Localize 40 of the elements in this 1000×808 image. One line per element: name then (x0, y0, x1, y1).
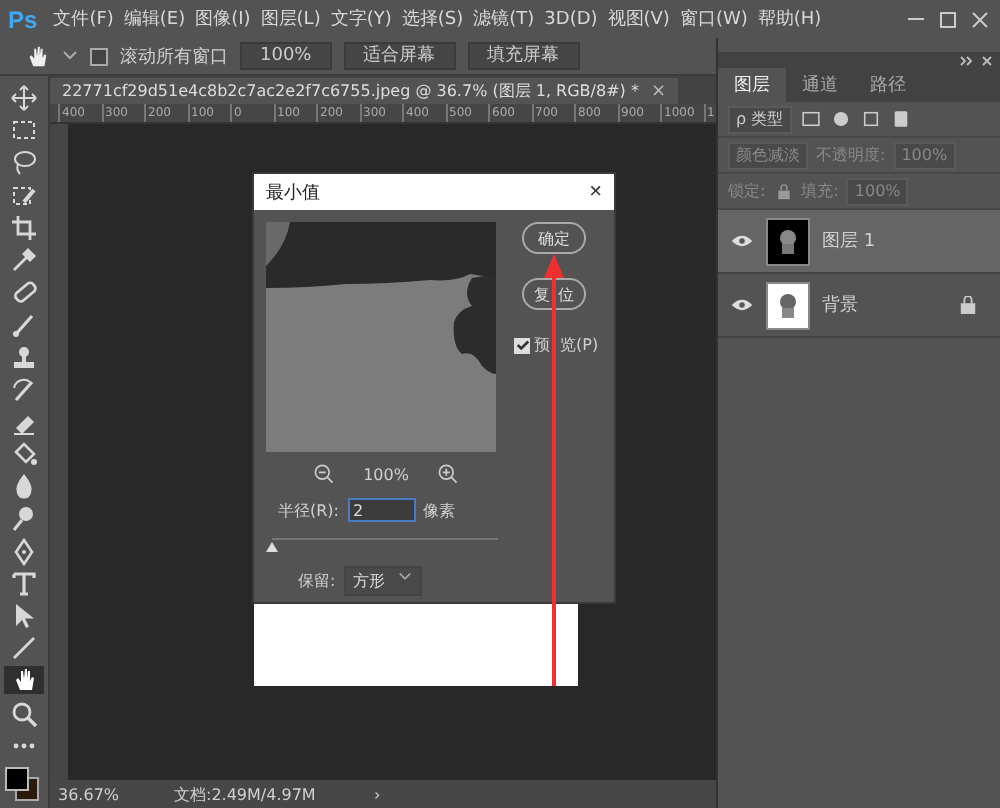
dialog-button[interactable]: 确定 (522, 222, 586, 254)
panel-tab[interactable]: 通道 (786, 68, 854, 102)
menu-item[interactable]: 帮助(H) (757, 6, 822, 32)
panel-tab[interactable]: 路径 (854, 68, 922, 102)
layer-row[interactable]: 背景 (718, 274, 1000, 338)
menu-item[interactable]: 窗口(W) (679, 6, 748, 32)
layer-name: 背景 (822, 293, 858, 318)
preview-label: 预览(P) (534, 334, 599, 356)
radius-label: 半径(R): (278, 499, 339, 521)
menu-item[interactable]: 文字(Y) (330, 6, 392, 32)
checkbox-label: 滚动所有窗口 (120, 45, 228, 69)
menu-item[interactable]: 文件(F) (53, 6, 114, 32)
radius-field[interactable]: 2 (347, 498, 415, 522)
menu-item[interactable]: 图像(I) (195, 6, 251, 32)
menu-item[interactable]: 选择(S) (401, 6, 464, 32)
status-menu-arrow[interactable]: › (374, 785, 381, 803)
document-tab[interactable]: 22771cf29d51e4c8b2c7ac2e2f7c6755.jpeg @ 36.7% (图层 1, RGB/8#) * × (50, 78, 678, 104)
preserve-dropdown[interactable]: 方形 (343, 566, 422, 596)
zoom-option-button[interactable]: 适合屏幕 (343, 42, 456, 70)
dialog-button[interactable]: 复位 (522, 278, 586, 310)
layer-row[interactable]: 图层 1 (718, 210, 1000, 274)
close-button[interactable]: × (589, 180, 602, 204)
app-logo[interactable]: Ps (8, 5, 38, 33)
filter-dropdown[interactable]: ρ 类型 (728, 105, 792, 133)
dialog-title: 最小值 (266, 181, 320, 205)
radius-unit: 像素 (423, 499, 455, 521)
menu-item[interactable]: 图层(L) (260, 6, 321, 32)
zoom-option-button[interactable]: 填充屏幕 (467, 42, 580, 70)
menu-item[interactable]: 3D(D) (544, 9, 598, 29)
tab-close-button[interactable]: × (650, 81, 666, 101)
preview-zoom-level: 100% (363, 465, 409, 483)
zoom-option-button[interactable]: 100% (240, 42, 332, 70)
menu-item[interactable]: 编辑(E) (123, 6, 186, 32)
menu-item[interactable]: 滤镜(T) (473, 6, 535, 32)
layer-name: 图层 1 (822, 230, 876, 254)
zoom-level: 36.67% (56, 785, 122, 803)
document-size: 文档:2.49M/4.97M (174, 783, 318, 805)
preserve-label: 保留: (298, 570, 336, 592)
menu-item[interactable]: 视图(V) (607, 6, 670, 32)
panel-tab[interactable]: 图层 (718, 68, 786, 102)
